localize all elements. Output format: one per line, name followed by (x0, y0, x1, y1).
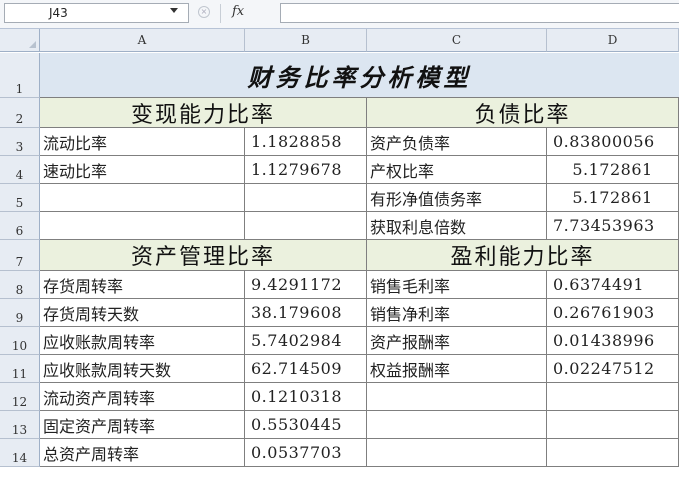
asset-label[interactable]: 存货周转率 (40, 271, 245, 299)
profit-value[interactable]: 0.02247512 (547, 355, 679, 383)
row-header[interactable]: 6 (0, 212, 40, 240)
liquidity-value[interactable]: 1.1279678 (245, 156, 367, 184)
empty-cell[interactable] (547, 439, 679, 467)
section-header-liquidity[interactable]: 变现能力比率 (40, 98, 367, 128)
select-all-icon (29, 41, 36, 48)
empty-cell[interactable] (245, 212, 367, 240)
debt-label[interactable]: 有形净值债务率 (367, 184, 547, 212)
row-header[interactable]: 11 (0, 355, 40, 383)
debt-label[interactable]: 产权比率 (367, 156, 547, 184)
empty-cell[interactable] (40, 212, 245, 240)
debt-value[interactable]: 5.172861 (547, 184, 679, 212)
section-header-profitability[interactable]: 盈利能力比率 (367, 240, 679, 271)
column-header-b[interactable]: B (245, 29, 367, 52)
asset-value[interactable]: 0.1210318 (245, 383, 367, 411)
name-box[interactable]: J43 (4, 3, 189, 23)
profit-label[interactable]: 权益报酬率 (367, 355, 547, 383)
asset-value[interactable]: 0.5530445 (245, 411, 367, 439)
asset-value[interactable]: 5.7402984 (245, 327, 367, 355)
name-box-dropdown-icon[interactable] (170, 8, 178, 13)
row-header[interactable]: 8 (0, 271, 40, 299)
formula-bar: J43 × fx (0, 0, 679, 29)
row-header[interactable]: 12 (0, 383, 40, 411)
empty-cell[interactable] (245, 184, 367, 212)
select-all-corner[interactable] (0, 29, 40, 52)
column-header-a[interactable]: A (40, 29, 245, 52)
liquidity-label[interactable]: 流动比率 (40, 128, 245, 156)
section-header-asset-management[interactable]: 资产管理比率 (40, 240, 367, 271)
sheet-title[interactable]: 财务比率分析模型 (40, 53, 679, 98)
row-header[interactable]: 1 (0, 53, 40, 98)
row-header[interactable]: 4 (0, 156, 40, 184)
liquidity-label[interactable]: 速动比率 (40, 156, 245, 184)
cancel-icon[interactable]: × (198, 6, 210, 18)
asset-value[interactable]: 9.4291172 (245, 271, 367, 299)
insert-function-icon[interactable]: fx (232, 4, 244, 19)
row-header[interactable]: 14 (0, 439, 40, 467)
debt-value[interactable]: 0.83800056 (547, 128, 679, 156)
profit-value[interactable]: 0.26761903 (547, 299, 679, 327)
asset-label[interactable]: 应收账款周转率 (40, 327, 245, 355)
asset-label[interactable]: 固定资产周转率 (40, 411, 245, 439)
column-header-c[interactable]: C (367, 29, 547, 52)
formula-input[interactable] (280, 3, 679, 23)
empty-cell[interactable] (40, 184, 245, 212)
column-header-d[interactable]: D (547, 29, 679, 52)
empty-cell[interactable] (367, 383, 547, 411)
row-header[interactable]: 13 (0, 411, 40, 439)
profit-value[interactable]: 0.6374491 (547, 271, 679, 299)
debt-value[interactable]: 7.73453963 (547, 212, 679, 240)
row-header[interactable]: 7 (0, 240, 40, 271)
profit-label[interactable]: 资产报酬率 (367, 327, 547, 355)
empty-cell[interactable] (547, 383, 679, 411)
profit-label[interactable]: 销售毛利率 (367, 271, 547, 299)
section-header-debt[interactable]: 负债比率 (367, 98, 679, 128)
asset-label[interactable]: 总资产周转率 (40, 439, 245, 467)
row-header[interactable]: 10 (0, 327, 40, 355)
empty-cell[interactable] (367, 411, 547, 439)
liquidity-value[interactable]: 1.1828858 (245, 128, 367, 156)
asset-label[interactable]: 存货周转天数 (40, 299, 245, 327)
profit-value[interactable]: 0.01438996 (547, 327, 679, 355)
debt-value[interactable]: 5.172861 (547, 156, 679, 184)
row-header[interactable]: 3 (0, 128, 40, 156)
asset-label[interactable]: 流动资产周转率 (40, 383, 245, 411)
asset-value[interactable]: 62.714509 (245, 355, 367, 383)
profit-label[interactable]: 销售净利率 (367, 299, 547, 327)
asset-value[interactable]: 0.0537703 (245, 439, 367, 467)
asset-label[interactable]: 应收账款周转天数 (40, 355, 245, 383)
asset-value[interactable]: 38.179608 (245, 299, 367, 327)
row-header[interactable]: 5 (0, 184, 40, 212)
row-header[interactable]: 2 (0, 98, 40, 128)
empty-cell[interactable] (547, 411, 679, 439)
debt-label[interactable]: 资产负债率 (367, 128, 547, 156)
empty-cell[interactable] (367, 439, 547, 467)
debt-label[interactable]: 获取利息倍数 (367, 212, 547, 240)
row-header[interactable]: 9 (0, 299, 40, 327)
formula-divider (220, 4, 221, 23)
